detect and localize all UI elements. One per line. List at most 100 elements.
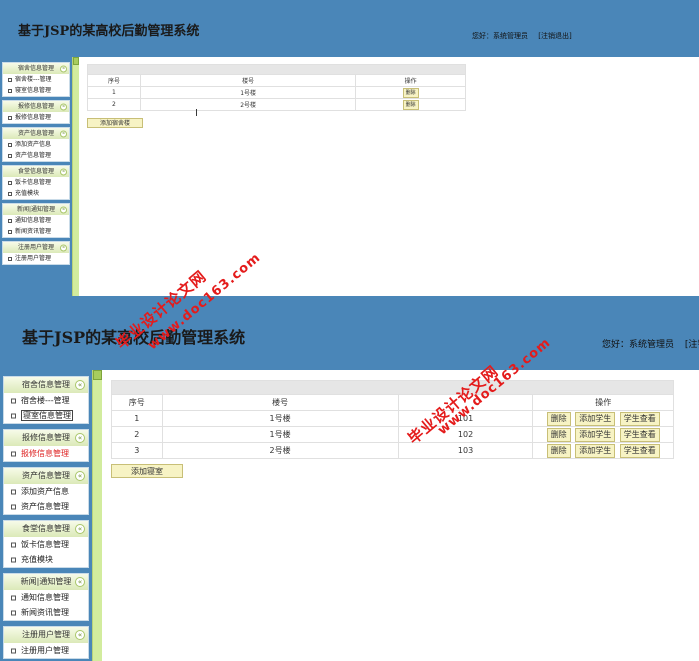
bullet-icon	[8, 256, 12, 261]
menu-group-assets: 资产信息管理 « 添加资产信息 资产信息管理	[3, 467, 89, 515]
view-students-button[interactable]: 学生查看	[619, 411, 660, 426]
menu-item-room-manage[interactable]: 寝室信息管理	[3, 85, 69, 96]
add-student-button[interactable]: 添加学生	[575, 443, 616, 458]
menu-item-add-asset[interactable]: 添加资产信息	[4, 484, 88, 499]
menu-group-header[interactable]: 报修信息管理 «	[4, 430, 88, 446]
menu-group-title: 报修信息管理	[22, 433, 70, 442]
bullet-icon	[8, 88, 12, 93]
cell-action: 删除	[355, 86, 466, 99]
menu-group-title: 食堂信息管理	[17, 168, 54, 175]
logout-link[interactable]: [注销退出]	[538, 32, 571, 40]
menu-item-building-manage[interactable]: 宿舍楼---管理	[4, 393, 88, 408]
menu-group-header[interactable]: 报修信息管理 «	[3, 101, 69, 112]
bullet-icon	[11, 413, 16, 418]
table-topbar	[87, 64, 466, 75]
bullet-icon	[11, 648, 16, 653]
delete-button[interactable]: 删除	[546, 427, 571, 442]
table-header-row: 序号 楼号 操作	[87, 74, 466, 87]
menu-group-header[interactable]: 注册用户管理 «	[4, 627, 88, 643]
bullet-icon	[11, 451, 16, 456]
menu-item-meal-card[interactable]: 饭卡信息管理	[3, 177, 69, 188]
menu-item-repair-manage[interactable]: 报修信息管理	[4, 446, 88, 461]
bullet-icon	[11, 610, 16, 615]
menu-group-header[interactable]: 宿舍信息管理 «	[4, 377, 88, 393]
add-room-button[interactable]: 添加寝室	[111, 464, 183, 478]
menu-group-news: 新闻|通知管理 « 通知信息管理 新闻资讯管理	[2, 203, 70, 238]
menu-group-header[interactable]: 新闻|通知管理 «	[4, 574, 88, 590]
menu-item-notice[interactable]: 通知信息管理	[3, 215, 69, 226]
menu-item-meal-card[interactable]: 饭卡信息管理	[4, 537, 88, 552]
collapse-chevron-icon[interactable]: «	[75, 630, 85, 640]
cell-building: 2号楼	[139, 98, 357, 111]
splitter-handle-icon[interactable]	[73, 57, 79, 65]
menu-group-header[interactable]: 资产信息管理 «	[4, 468, 88, 484]
menu-group-title: 注册用户管理	[22, 630, 70, 639]
greeting-text: 您好：系统管理员	[472, 32, 528, 40]
cell-no: 2	[111, 426, 163, 443]
cell-building: 1号楼	[139, 86, 357, 99]
collapse-chevron-icon[interactable]: «	[75, 433, 85, 443]
menu-item-room-manage[interactable]: 寝室信息管理	[4, 408, 88, 423]
menu-group-title: 宿舍信息管理	[22, 380, 70, 389]
cell-actions: 删除 添加学生 学生查看	[532, 410, 674, 427]
menu-group-repair: 报修信息管理 « 报修信息管理	[3, 429, 89, 462]
menu-item-asset-manage[interactable]: 资产信息管理	[3, 150, 69, 161]
menu-item-asset-manage[interactable]: 资产信息管理	[4, 499, 88, 514]
delete-button[interactable]: 删除	[546, 443, 571, 458]
screenshot-bottom: 基于JSP的某高校后勤管理系统 您好：系统管理员 [注销 宿舍信息管理 « 宿舍楼…	[0, 296, 699, 661]
sidebar-splitter[interactable]	[72, 57, 79, 296]
bullet-icon	[8, 191, 12, 196]
table-row: 2 1号楼 102 删除 添加学生 学生查看	[111, 426, 674, 443]
menu-group-header[interactable]: 注册用户管理 «	[3, 242, 69, 253]
splitter-handle-icon[interactable]	[93, 370, 102, 380]
building-table: 序号 楼号 操作 1 1号楼 删除 2 2号楼 删除	[87, 64, 466, 111]
collapse-chevron-icon[interactable]: «	[60, 168, 67, 175]
collapse-chevron-icon[interactable]: «	[60, 130, 67, 137]
collapse-chevron-icon[interactable]: «	[60, 244, 67, 251]
collapse-chevron-icon[interactable]: «	[75, 524, 85, 534]
add-building-button[interactable]: 添加宿舍楼	[87, 118, 143, 128]
menu-group-header[interactable]: 资产信息管理 «	[3, 128, 69, 139]
collapse-chevron-icon[interactable]: «	[60, 65, 67, 72]
view-students-button[interactable]: 学生查看	[619, 443, 660, 458]
menu-item-user-manage[interactable]: 注册用户管理	[4, 643, 88, 658]
menu-group-header[interactable]: 食堂信息管理 «	[4, 521, 88, 537]
menu-item-recharge[interactable]: 充值模块	[3, 188, 69, 199]
sidebar-splitter[interactable]	[92, 370, 102, 661]
screenshot-top: 基于JSP的某高校后勤管理系统 您好：系统管理员 [注销退出] 宿舍信息管理 « …	[0, 0, 699, 296]
bullet-icon	[8, 180, 12, 185]
menu-group-header[interactable]: 食堂信息管理 «	[3, 166, 69, 177]
menu-item-news[interactable]: 新闻资讯管理	[4, 605, 88, 620]
delete-button[interactable]: 删除	[402, 99, 419, 110]
app-title: 基于JSP的某高校后勤管理系统	[18, 24, 200, 39]
menu-item-building-manage[interactable]: 宿舍楼---管理	[3, 74, 69, 85]
collapse-chevron-icon[interactable]: «	[60, 103, 67, 110]
col-header-no: 序号	[87, 74, 141, 87]
col-header-building: 楼号	[161, 394, 399, 411]
menu-item-notice[interactable]: 通知信息管理	[4, 590, 88, 605]
table-row: 1 1号楼 删除	[87, 86, 466, 99]
menu-group-assets: 资产信息管理 « 添加资产信息 资产信息管理	[2, 127, 70, 162]
menu-item-repair-manage[interactable]: 报修信息管理	[3, 112, 69, 123]
menu-item-recharge[interactable]: 充值模块	[4, 552, 88, 567]
sidebar: 宿舍信息管理 « 宿舍楼---管理 寝室信息管理 报修信息管理 « 报修信息管理 资…	[0, 370, 92, 661]
menu-item-user-manage[interactable]: 注册用户管理	[3, 253, 69, 264]
collapse-chevron-icon[interactable]: «	[75, 380, 85, 390]
collapse-chevron-icon[interactable]: «	[75, 577, 85, 587]
menu-group-header[interactable]: 新闻|通知管理 «	[3, 204, 69, 215]
delete-button[interactable]: 删除	[402, 87, 419, 98]
view-students-button[interactable]: 学生查看	[619, 427, 660, 442]
cell-building: 2号楼	[161, 442, 399, 459]
menu-group-header[interactable]: 宿舍信息管理 «	[3, 63, 69, 74]
menu-item-add-asset[interactable]: 添加资产信息	[3, 139, 69, 150]
table-row: 2 2号楼 删除	[87, 98, 466, 111]
menu-group-canteen: 食堂信息管理 « 饭卡信息管理 充值模块	[3, 520, 89, 568]
collapse-chevron-icon[interactable]: «	[60, 206, 67, 213]
menu-item-news[interactable]: 新闻资讯管理	[3, 226, 69, 237]
delete-button[interactable]: 删除	[546, 411, 571, 426]
logout-link[interactable]: [注销	[685, 340, 699, 350]
cell-building: 1号楼	[161, 410, 399, 427]
collapse-chevron-icon[interactable]: «	[75, 471, 85, 481]
add-student-button[interactable]: 添加学生	[575, 427, 616, 442]
add-student-button[interactable]: 添加学生	[575, 411, 616, 426]
